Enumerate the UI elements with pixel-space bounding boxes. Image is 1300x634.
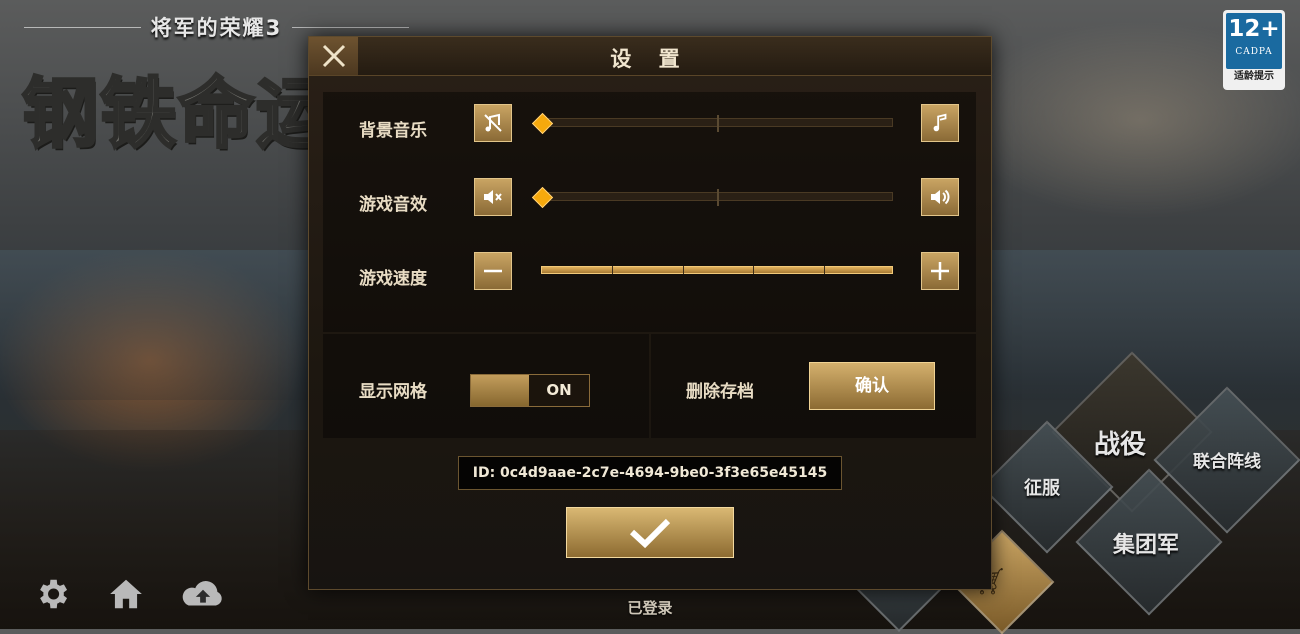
speed-slider[interactable]: [541, 266, 893, 274]
army-group-label: 集团军: [1113, 533, 1180, 558]
alliance-label: 联合阵线: [1193, 452, 1261, 472]
speed-segment-divider: [682, 266, 684, 274]
player-id-text: ID: 0c4d9aae-2c7e-4694-9be0-3f3e65e45145: [458, 456, 842, 490]
settings-gear-icon[interactable]: [32, 574, 72, 614]
sfx-slider-track[interactable]: [541, 189, 893, 206]
grid-label: 显示网格: [359, 382, 427, 402]
conquest-label: 征服: [1024, 478, 1060, 499]
speaker-on-icon: [931, 189, 950, 205]
grid-toggle[interactable]: ON: [470, 374, 590, 407]
speed-segment-divider: [753, 266, 755, 274]
game-logo: 钢铁命运: [21, 68, 334, 160]
bgm-label: 背景音乐: [359, 121, 427, 141]
home-icon[interactable]: [106, 574, 146, 614]
sfx-mute-button[interactable]: [474, 178, 512, 216]
music-off-button[interactable]: [474, 104, 512, 142]
subtitle-text: 将军的荣耀3: [150, 16, 283, 40]
dialog-title: 设 置: [610, 47, 690, 71]
age-rating-badge: 12+ CADPA 适龄提示: [1223, 10, 1285, 90]
age-number: 12+: [1228, 16, 1280, 42]
speaker-mute-icon: [484, 190, 502, 204]
cloud-upload-icon[interactable]: [180, 574, 226, 614]
delete-save-label: 删除存档: [686, 382, 754, 402]
music-on-button[interactable]: [921, 104, 959, 142]
age-org: CADPA: [1235, 47, 1273, 57]
sfx-on-button[interactable]: [921, 178, 959, 216]
delete-save-confirm-button[interactable]: 确认: [809, 362, 935, 410]
speed-increase-button[interactable]: [921, 252, 959, 290]
toggle-thumb: [471, 375, 529, 406]
bgm-slider-track[interactable]: [541, 115, 893, 132]
plus-icon: [931, 262, 949, 280]
minus-icon: [484, 269, 502, 273]
login-status: 已登录: [627, 599, 673, 617]
speed-decrease-button[interactable]: [474, 252, 512, 290]
ok-button[interactable]: [566, 507, 734, 558]
campaign-label: 战役: [1094, 430, 1147, 460]
music-note-icon: [933, 113, 947, 132]
sfx-label: 游戏音效: [359, 195, 427, 215]
music-off-icon: [484, 113, 502, 132]
age-tip: 适龄提示: [1234, 71, 1274, 82]
close-icon: [322, 44, 345, 68]
checkmark-icon: [629, 518, 671, 548]
speed-segment-divider: [612, 266, 614, 274]
toggle-state: ON: [546, 381, 572, 399]
speed-label: 游戏速度: [359, 269, 427, 289]
close-button[interactable]: [309, 37, 358, 75]
speed-segment-divider: [823, 266, 825, 274]
